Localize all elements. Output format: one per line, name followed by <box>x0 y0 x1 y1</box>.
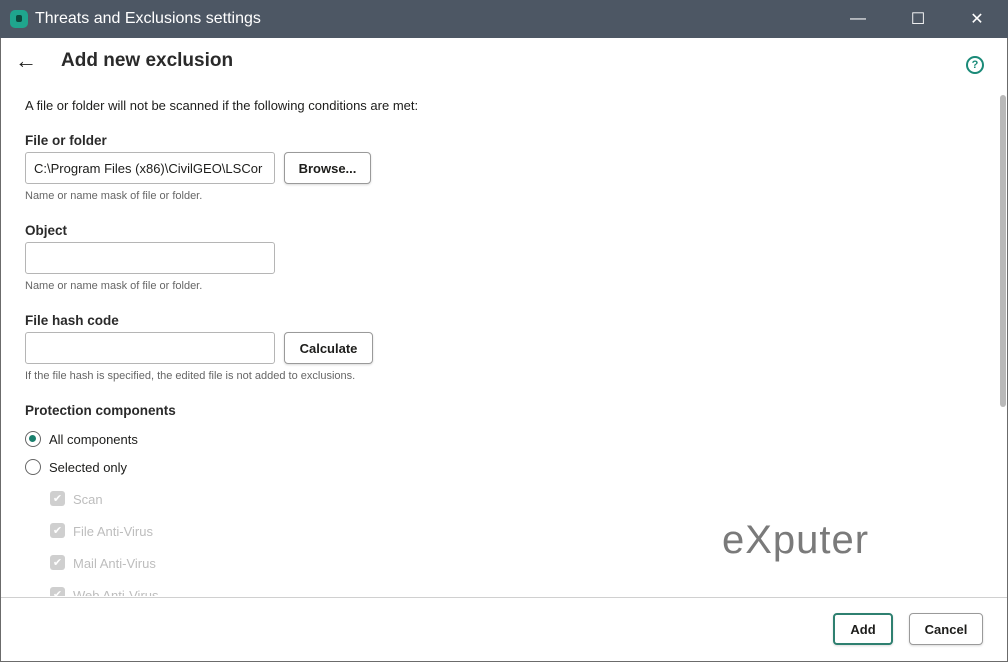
scan-checkbox: ✔ <box>50 491 65 506</box>
browse-button[interactable]: Browse... <box>284 152 371 184</box>
minimize-button[interactable]: — <box>835 0 881 38</box>
file-or-folder-input[interactable]: C:\Program Files (x86)\CivilGEO\LSCor <box>25 152 275 184</box>
close-button[interactable]: ✕ <box>954 0 1000 38</box>
mail-anti-virus-checkbox: ✔ <box>50 555 65 570</box>
selected-only-label[interactable]: Selected only <box>49 460 127 475</box>
file-hash-input[interactable] <box>25 332 275 364</box>
file-or-folder-label: File or folder <box>25 133 107 148</box>
selected-only-radio[interactable] <box>25 459 41 475</box>
calculate-button[interactable]: Calculate <box>284 332 373 364</box>
protection-components-label: Protection components <box>25 403 176 418</box>
intro-text: A file or folder will not be scanned if … <box>25 98 419 113</box>
watermark: eXputer <box>722 518 870 562</box>
title-bar: Threats and Exclusions settings — ☐ ✕ <box>0 0 1008 38</box>
file-hash-hint: If the file hash is specified, the edite… <box>25 370 356 382</box>
file-or-folder-hint: Name or name mask of file or folder. <box>25 190 203 202</box>
window-title: Threats and Exclusions settings <box>35 10 261 27</box>
object-hint: Name or name mask of file or folder. <box>25 280 203 292</box>
help-icon[interactable]: ? <box>966 56 984 74</box>
web-anti-virus-label: Web Anti-Virus <box>73 588 159 596</box>
file-hash-label: File hash code <box>25 313 119 328</box>
web-anti-virus-checkbox: ✔ <box>50 587 65 596</box>
scrollbar[interactable] <box>1000 95 1006 407</box>
mail-anti-virus-label: Mail Anti-Virus <box>73 556 156 571</box>
maximize-button[interactable]: ☐ <box>895 0 941 38</box>
app-icon <box>10 10 28 28</box>
back-arrow-icon[interactable]: ← <box>15 48 37 74</box>
scan-label: Scan <box>73 492 103 507</box>
add-button[interactable]: Add <box>833 613 893 645</box>
object-input[interactable] <box>25 242 275 274</box>
all-components-label[interactable]: All components <box>49 432 138 447</box>
file-anti-virus-checkbox: ✔ <box>50 523 65 538</box>
cancel-button[interactable]: Cancel <box>909 613 983 645</box>
file-anti-virus-label: File Anti-Virus <box>73 524 153 539</box>
all-components-radio[interactable] <box>25 431 41 447</box>
object-label: Object <box>25 223 68 238</box>
page-title: Add new exclusion <box>61 50 234 71</box>
